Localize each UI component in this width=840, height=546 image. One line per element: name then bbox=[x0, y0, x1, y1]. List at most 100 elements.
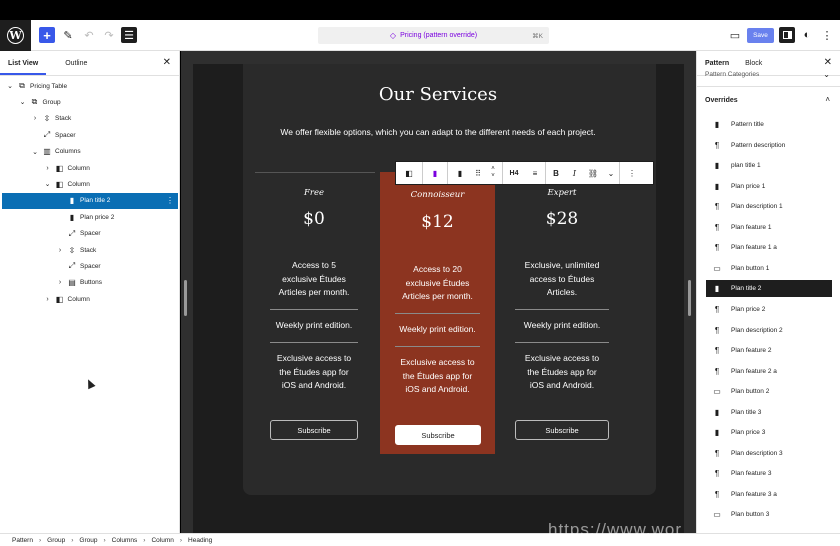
bold-icon[interactable]: B bbox=[546, 162, 566, 184]
services-title[interactable]: Our Services bbox=[193, 84, 683, 105]
plan-feature[interactable]: Weekly print edition. bbox=[255, 319, 373, 333]
document-bar[interactable]: ◇ Pricing (pattern override) ⌘K bbox=[318, 27, 549, 44]
override-item[interactable]: ¶ Plan feature 1 bbox=[706, 219, 832, 236]
override-item[interactable]: ▮ Plan price 3 bbox=[706, 424, 832, 441]
services-description[interactable]: We offer flexible options, which you can… bbox=[193, 127, 683, 137]
list-view-item[interactable]: ▮ Plan price 2 bbox=[2, 209, 178, 225]
plan-description[interactable]: Access to 20 exclusive Études Articles per… bbox=[380, 263, 495, 304]
override-item[interactable]: ¶ Plan description 3 bbox=[706, 445, 832, 462]
breadcrumb-item[interactable]: Columns bbox=[112, 537, 138, 544]
plan-title[interactable]: Connoisseur bbox=[380, 190, 495, 200]
subscribe-button[interactable]: Subscribe bbox=[515, 420, 609, 440]
override-item[interactable]: ¶ Plan feature 1 a bbox=[706, 239, 832, 256]
chevron-right-icon[interactable]: › bbox=[55, 279, 65, 286]
save-button[interactable]: Save bbox=[747, 28, 774, 43]
plan-feature[interactable]: Weekly print edition. bbox=[380, 323, 495, 337]
heading-level-button[interactable]: H4 bbox=[503, 162, 525, 184]
override-item[interactable]: ¶ Plan feature 3 a bbox=[706, 486, 832, 503]
plan-column-free[interactable]: Free $0 Access to 5 exclusive Études Article… bbox=[255, 172, 373, 447]
list-view-icon[interactable]: ☰ bbox=[121, 27, 137, 43]
list-view-item[interactable]: ⌄ ▥ Columns bbox=[2, 144, 178, 160]
redo-icon[interactable]: ↷ bbox=[101, 27, 117, 43]
plan-description[interactable]: Access to 5 exclusive Études Articles per … bbox=[255, 259, 373, 300]
chevron-down-icon[interactable]: ⌄ bbox=[30, 148, 40, 156]
pattern-bookmark-icon[interactable]: ▮ bbox=[423, 162, 447, 184]
plan-feature[interactable]: Exclusive access to the Études app for iOS… bbox=[500, 352, 624, 393]
list-view-item[interactable]: › ◧ Column bbox=[2, 291, 178, 307]
desktop-preview-icon[interactable]: ▭ bbox=[727, 27, 743, 43]
list-view-item[interactable]: › ⇳ Stack bbox=[2, 111, 178, 127]
list-view-item[interactable]: ▮ Plan title 2 ⋮ bbox=[2, 192, 178, 209]
override-item[interactable]: ¶ Plan feature 2 bbox=[706, 342, 832, 359]
plan-column-expert[interactable]: Expert $28 Exclusive, unlimited access to É… bbox=[500, 172, 624, 447]
canvas-resize-handle-right[interactable] bbox=[688, 280, 691, 316]
canvas-resize-handle-left[interactable] bbox=[184, 280, 187, 316]
override-item[interactable]: ▭ Plan button 3 bbox=[706, 506, 832, 523]
parent-block-icon[interactable]: ◧ bbox=[396, 162, 422, 184]
move-up-down-icon[interactable]: ˄ ˅ bbox=[484, 162, 502, 184]
subscribe-button[interactable]: Subscribe bbox=[270, 420, 358, 440]
override-item[interactable]: ▭ Plan button 2 bbox=[706, 383, 832, 400]
add-block-button[interactable]: + bbox=[39, 27, 55, 43]
list-view-item[interactable]: › ◧ Column bbox=[2, 160, 178, 176]
block-options-icon[interactable]: ⋮ bbox=[620, 162, 644, 184]
close-icon[interactable]: ✕ bbox=[163, 57, 171, 68]
drag-handle-icon[interactable]: ⠿ bbox=[472, 162, 484, 184]
plan-description[interactable]: Exclusive, unlimited access to Études Arti… bbox=[500, 259, 624, 300]
chevron-down-icon[interactable]: ⌄ bbox=[5, 82, 15, 90]
override-item[interactable]: ▮ Plan price 1 bbox=[706, 178, 832, 195]
breadcrumb-item[interactable]: Group bbox=[79, 537, 97, 544]
plan-feature[interactable]: Exclusive access to the Études app for iOS… bbox=[380, 356, 495, 397]
chevron-right-icon[interactable]: › bbox=[55, 247, 65, 254]
italic-icon[interactable]: I bbox=[566, 162, 583, 184]
close-icon[interactable]: ✕ bbox=[824, 57, 832, 68]
list-view-item[interactable]: ⤢ Spacer bbox=[2, 258, 178, 274]
override-item[interactable]: ¶ Plan feature 3 bbox=[706, 465, 832, 482]
override-item[interactable]: ¶ Plan description 2 bbox=[706, 322, 832, 339]
more-formats-icon[interactable]: ⌄ bbox=[603, 162, 619, 184]
pattern-categories-label[interactable]: Pattern Categories bbox=[705, 71, 759, 78]
subscribe-button[interactable]: Subscribe bbox=[395, 425, 481, 445]
override-item[interactable]: ¶ Plan price 2 bbox=[706, 301, 832, 318]
breadcrumb-item[interactable]: Column bbox=[151, 537, 173, 544]
chevron-right-icon[interactable]: › bbox=[43, 165, 53, 172]
list-view-item[interactable]: ⌄ ⧉ Group bbox=[2, 94, 178, 110]
chevron-right-icon[interactable]: › bbox=[43, 296, 53, 303]
tab-outline[interactable]: Outline bbox=[57, 51, 95, 75]
override-item[interactable]: ¶ Pattern description bbox=[706, 137, 832, 154]
overrides-heading[interactable]: Overrides bbox=[705, 97, 738, 104]
chevron-down-icon[interactable]: ⌄ bbox=[43, 180, 53, 188]
wordpress-logo-icon[interactable]: W bbox=[0, 20, 31, 51]
styles-icon[interactable]: ◐ bbox=[799, 27, 815, 43]
list-view-item[interactable]: › ⇳ Stack bbox=[2, 242, 178, 258]
override-item[interactable]: ▭ Plan button 1 bbox=[706, 260, 832, 277]
override-item[interactable]: ▮ Plan title 3 bbox=[706, 404, 832, 421]
link-icon[interactable]: ⛓ bbox=[583, 162, 603, 184]
breadcrumb-item[interactable]: Pattern bbox=[12, 537, 33, 544]
plan-feature[interactable]: Exclusive access to the Études app for iOS… bbox=[255, 352, 373, 393]
plan-title[interactable]: Expert bbox=[500, 188, 624, 198]
tab-list-view[interactable]: List View bbox=[0, 51, 47, 75]
options-icon[interactable]: ⋮ bbox=[819, 27, 835, 43]
list-view-item[interactable]: › ▤ Buttons bbox=[2, 275, 178, 291]
plan-column-connoisseur[interactable]: Connoisseur $12 Access to 20 exclusive Étud… bbox=[380, 172, 495, 454]
more-options-icon[interactable]: ⋮ bbox=[166, 196, 174, 205]
override-item[interactable]: ▮ Plan title 2 bbox=[706, 280, 832, 298]
override-item[interactable]: ▮ Pattern title bbox=[706, 116, 832, 133]
edit-pencil-icon[interactable]: ✎ bbox=[60, 27, 76, 43]
override-item[interactable]: ¶ Plan feature 2 a bbox=[706, 363, 832, 380]
breadcrumb-item[interactable]: Heading bbox=[188, 537, 212, 544]
chevron-right-icon[interactable]: › bbox=[30, 115, 40, 122]
plan-feature[interactable]: Weekly print edition. bbox=[500, 319, 624, 333]
override-item[interactable]: ¶ Plan description 1 bbox=[706, 198, 832, 215]
align-icon[interactable]: ≡ bbox=[525, 162, 545, 184]
chevron-down-icon[interactable]: ⌄ bbox=[823, 70, 830, 79]
plan-price[interactable]: $0 bbox=[255, 209, 373, 229]
undo-icon[interactable]: ↶ bbox=[81, 27, 97, 43]
heading-block-icon[interactable]: ▮ bbox=[448, 162, 472, 184]
list-view-item[interactable]: ⌄ ⧉ Pricing Table bbox=[2, 78, 178, 94]
plan-title[interactable]: Free bbox=[255, 188, 373, 198]
chevron-down-icon[interactable]: ⌄ bbox=[18, 98, 28, 106]
override-item[interactable]: ▮ plan title 1 bbox=[706, 157, 832, 174]
plan-price[interactable]: $12 bbox=[380, 212, 495, 232]
